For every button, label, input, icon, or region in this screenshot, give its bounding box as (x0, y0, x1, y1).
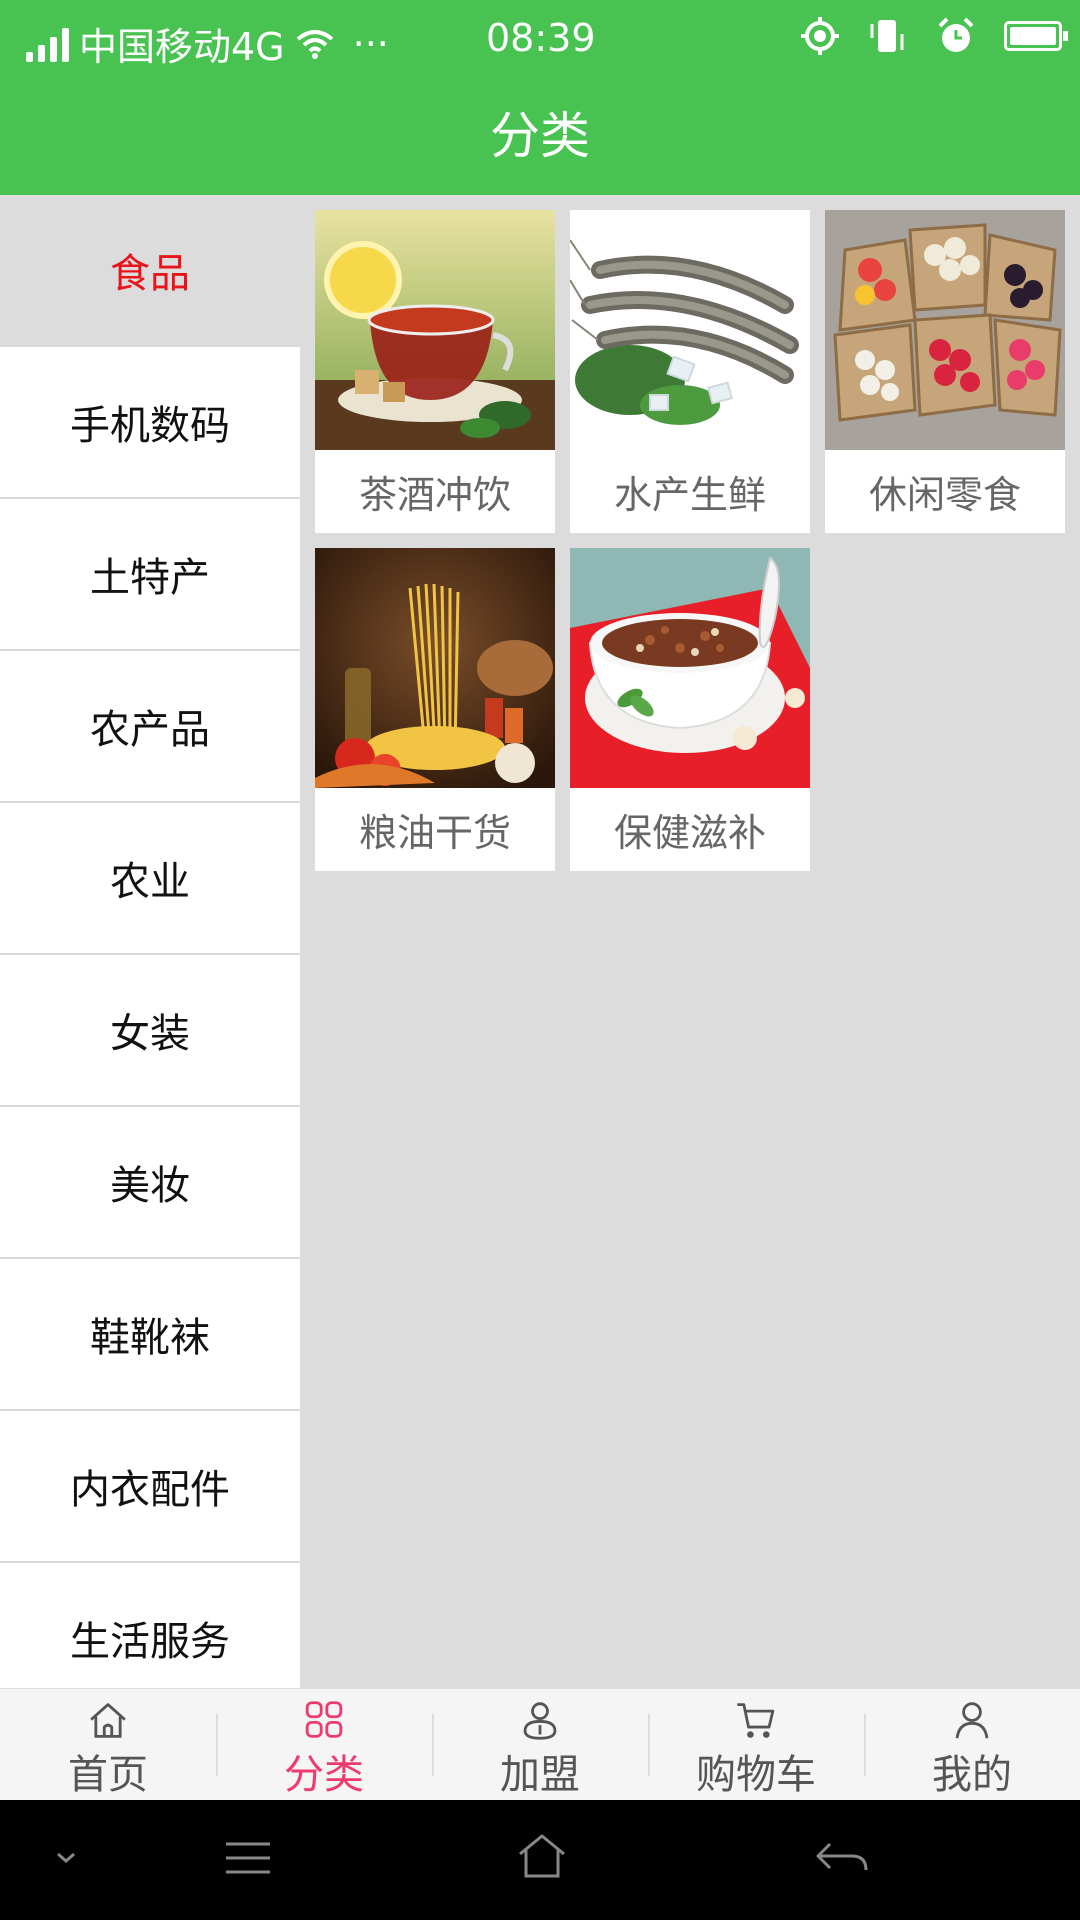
subcategory-label: 茶酒冲饮 (358, 473, 511, 517)
subcategory-card[interactable]: 水产生鲜 (570, 210, 810, 533)
status-bar: 中国移动4G ··· 08:39 (0, 0, 1080, 78)
sidebar-item-life-services[interactable]: 生活服务 (0, 1563, 300, 1688)
signal-icon (26, 26, 69, 62)
sidebar-item-farm-products[interactable]: 农产品 (0, 651, 300, 803)
pasta-image (315, 548, 555, 788)
subcategory-card[interactable]: 保健滋补 (570, 548, 810, 871)
sidebar-item-shoes[interactable]: 鞋靴袜 (0, 1259, 300, 1411)
subcategory-card[interactable]: 粮油干货 (315, 548, 555, 871)
tab-label: 首页 (68, 1752, 148, 1798)
category-sidebar: 食品 手机数码 土特产 农产品 农业 女装 美妆 鞋靴袜 内衣配件 生活服务 (0, 195, 300, 1688)
tea-image (315, 210, 555, 450)
subcategory-label: 休闲零食 (868, 473, 1021, 517)
alarm-icon (938, 17, 974, 52)
back-icon[interactable] (814, 1836, 870, 1880)
tab-join[interactable]: 加盟 (432, 1689, 648, 1800)
tab-category[interactable]: 分类 (216, 1689, 432, 1800)
sidebar-item-local-specialty[interactable]: 土特产 (0, 499, 300, 651)
system-nav-bar (0, 1800, 1080, 1920)
more-indicator: ··· (352, 21, 389, 66)
tab-label: 我的 (932, 1752, 1012, 1798)
shrimp-image (570, 210, 810, 450)
subcategory-grid: 茶酒冲饮 水产生鲜 休闲零食 粮油干货 保健滋补 (315, 210, 1065, 871)
sidebar-item-underwear[interactable]: 内衣配件 (0, 1411, 300, 1563)
tab-label: 加盟 (500, 1752, 580, 1798)
subcategory-label: 粮油干货 (358, 811, 511, 855)
tab-label: 购物车 (696, 1752, 816, 1798)
category-icon (305, 1701, 343, 1738)
home-icon (90, 1703, 126, 1738)
porridge-image (570, 548, 810, 788)
tab-cart[interactable]: 购物车 (648, 1689, 864, 1800)
top-bar: 中国移动4G ··· 08:39 分类 (0, 0, 1080, 195)
vibrate-icon (870, 20, 904, 52)
join-icon (523, 1702, 557, 1740)
sidebar-item-digital[interactable]: 手机数码 (0, 347, 300, 499)
snacks-image (825, 210, 1065, 450)
wifi-icon (296, 29, 333, 59)
subcategory-label: 保健滋补 (613, 811, 766, 855)
sidebar-item-beauty[interactable]: 美妆 (0, 1107, 300, 1259)
tab-label: 分类 (284, 1752, 364, 1798)
subcategory-label: 水产生鲜 (613, 473, 766, 517)
location-icon (801, 17, 839, 55)
sidebar-item-agriculture[interactable]: 农业 (0, 803, 300, 955)
clock: 08:39 (486, 16, 596, 60)
home-nav-icon[interactable] (516, 1830, 568, 1882)
profile-icon (955, 1702, 989, 1739)
tab-home[interactable]: 首页 (0, 1689, 216, 1800)
sidebar-item-womens-clothing[interactable]: 女装 (0, 955, 300, 1107)
tab-profile[interactable]: 我的 (864, 1689, 1080, 1800)
battery-icon (1004, 21, 1068, 51)
bottom-tab-bar: 首页 分类 加盟 购物车 我的 (0, 1688, 1080, 1800)
menu-icon[interactable] (222, 1836, 274, 1880)
sidebar-item-food[interactable]: 食品 (0, 195, 300, 347)
chevron-down-icon[interactable] (52, 1848, 80, 1868)
subcategory-card[interactable]: 休闲零食 (825, 210, 1065, 533)
carrier-label: 中国移动4G (79, 25, 285, 69)
subcategory-card[interactable]: 茶酒冲饮 (315, 210, 555, 533)
cart-icon (737, 1703, 775, 1738)
page-title: 分类 (490, 107, 590, 165)
